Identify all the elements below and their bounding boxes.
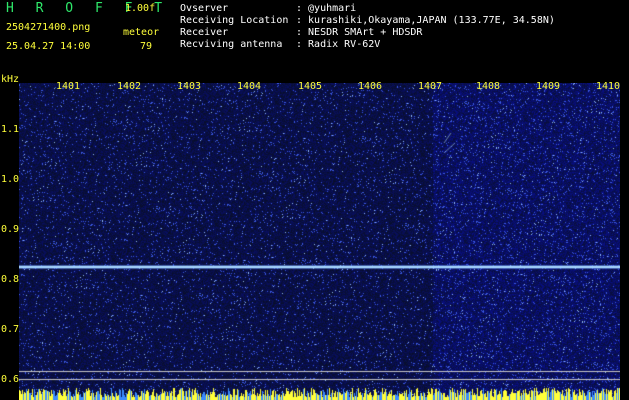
observer-label: Ovserver xyxy=(180,3,229,14)
spectrogram-canvas xyxy=(19,83,620,400)
y-tick-label: 1.1 xyxy=(1,124,20,135)
y-tick-label: 0.6 xyxy=(1,374,20,385)
meteor-count: 79 xyxy=(140,41,153,52)
antenna-row: Recviving antenna : Radix RV-62V xyxy=(180,39,380,50)
antenna-value: : Radix RV-62V xyxy=(296,39,381,50)
datetime-label: 25.04.27 14:00 xyxy=(6,41,91,52)
observer-row: Ovserver : @yuhmari xyxy=(180,3,356,14)
location-value: : kurashiki,Okayama,JAPAN (133.77E, 34.5… xyxy=(296,15,555,26)
receiver-row: Receiver : NESDR SMArt + HDSDR xyxy=(180,27,422,38)
x-tick-label: 1404 xyxy=(237,81,262,92)
version-label: 1.00f xyxy=(125,3,156,14)
antenna-label: Recviving antenna xyxy=(180,39,283,50)
x-tick-label: 1405 xyxy=(298,81,323,92)
x-tick-label: 1409 xyxy=(536,81,561,92)
meteor-label: meteor xyxy=(123,27,160,38)
x-tick-label: 1406 xyxy=(358,81,383,92)
y-tick-label: 1.0 xyxy=(1,174,20,185)
y-tick-label: 0.9 xyxy=(1,224,20,235)
y-tick-label: 0.7 xyxy=(1,324,20,335)
filename-label: 2504271400.png xyxy=(6,22,91,33)
x-tick-label: 1403 xyxy=(177,81,202,92)
y-tick-label: 0.8 xyxy=(1,274,20,285)
x-tick-label: 1402 xyxy=(117,81,142,92)
x-tick-label: 1401 xyxy=(56,81,81,92)
x-tick-label: 1407 xyxy=(418,81,443,92)
observer-value: : @yuhmari xyxy=(296,3,357,14)
location-row: Receiving Location : kurashiki,Okayama,JA… xyxy=(180,15,555,26)
x-tick-label: 1408 xyxy=(476,81,501,92)
receiver-label: Receiver xyxy=(180,27,229,38)
location-label: Receiving Location xyxy=(180,15,289,26)
receiver-value: : NESDR SMArt + HDSDR xyxy=(296,27,423,38)
x-tick-label: 1410 xyxy=(596,81,621,92)
y-axis-unit: kHz xyxy=(1,74,20,85)
